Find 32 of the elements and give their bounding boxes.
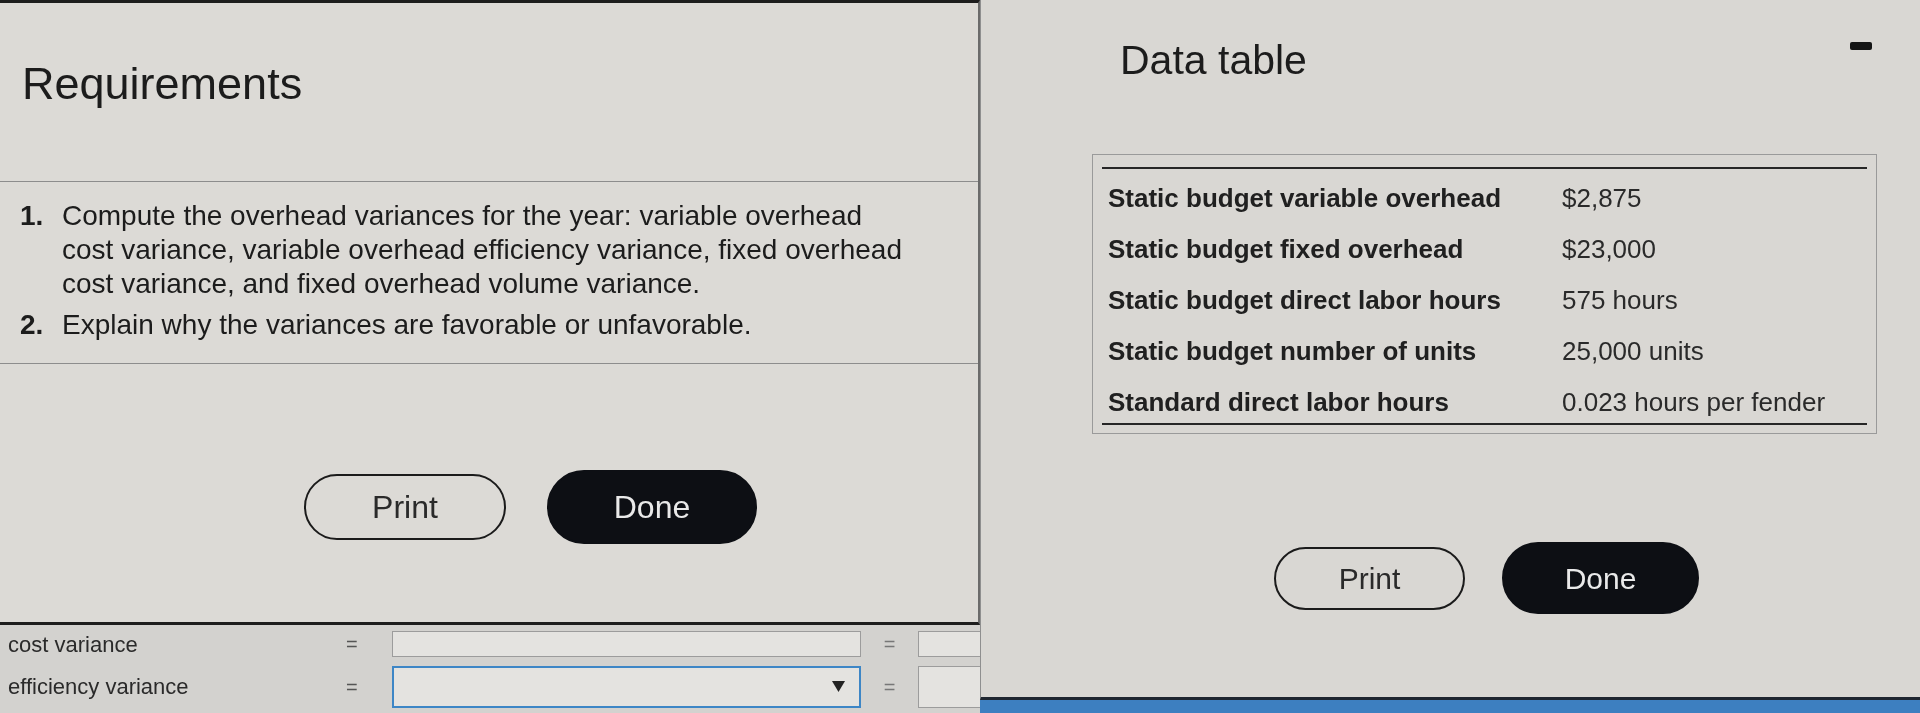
- item-number: 1.: [20, 199, 45, 233]
- row-label: Static budget number of units: [1108, 335, 1478, 368]
- done-button[interactable]: Done: [1502, 542, 1699, 614]
- input-field[interactable]: [392, 631, 861, 657]
- dialog-title: Data table: [1120, 36, 1307, 85]
- result-field[interactable]: [918, 665, 980, 708]
- minimize-icon[interactable]: [1850, 42, 1872, 50]
- row-value: $23,000: [1562, 233, 1656, 266]
- row-value: 575 hours: [1562, 284, 1678, 317]
- equals-sign: =: [882, 674, 897, 700]
- row-label: Static budget direct labor hours: [1108, 284, 1502, 317]
- requirement-text: Compute the overhead variances for the year: variable overhead cost variance, variable overhead efficiency variance, fixed overhead cost variance, and fixed overhead volume variance.: [62, 199, 903, 301]
- variance-label: efficiency variance: [7, 673, 190, 701]
- row-label: Static budget fixed overhead: [1108, 233, 1465, 266]
- equals-sign: =: [882, 632, 897, 657]
- item-number: 2.: [20, 308, 45, 342]
- dialog-title: Requirements: [21, 57, 304, 111]
- done-button[interactable]: Done: [547, 470, 757, 544]
- row-value: 25,000 units: [1562, 335, 1704, 368]
- print-button[interactable]: Print: [1274, 546, 1465, 610]
- equals-sign: =: [345, 632, 359, 657]
- row-label: Static budget variable overhead: [1108, 182, 1502, 215]
- row-label: Standard direct labor hours: [1108, 386, 1450, 419]
- requirement-text: Explain why the variances are favorable or unfavorable.: [62, 308, 753, 342]
- result-field[interactable]: [918, 631, 980, 657]
- print-button[interactable]: Print: [304, 474, 506, 540]
- variance-label: cost variance: [7, 630, 139, 659]
- equals-sign: =: [345, 674, 359, 700]
- row-value: $2,875: [1562, 182, 1642, 215]
- row-value: 0.023 hours per fender: [1562, 386, 1826, 419]
- caret-icon: [832, 681, 845, 692]
- dropdown-field[interactable]: [392, 665, 861, 708]
